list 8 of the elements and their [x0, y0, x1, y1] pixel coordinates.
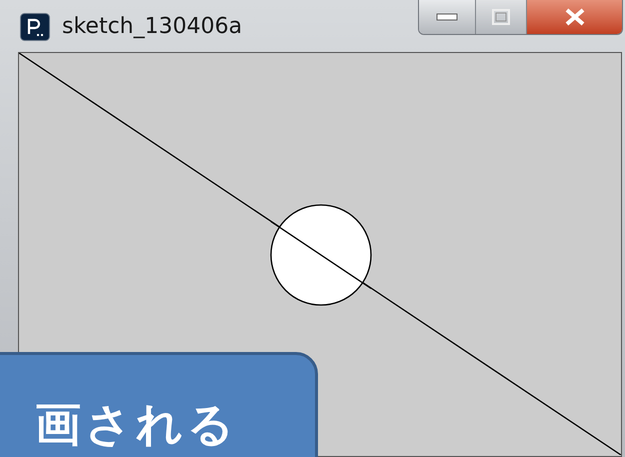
- minimize-icon: [436, 13, 458, 21]
- app-icon: [20, 13, 50, 41]
- minimize-button[interactable]: [419, 0, 476, 34]
- close-button[interactable]: [527, 0, 622, 34]
- maximize-icon: [492, 9, 510, 25]
- window-title: sketch_130406a: [62, 13, 242, 41]
- close-icon: [564, 8, 586, 26]
- callout-text: 画される: [35, 397, 238, 451]
